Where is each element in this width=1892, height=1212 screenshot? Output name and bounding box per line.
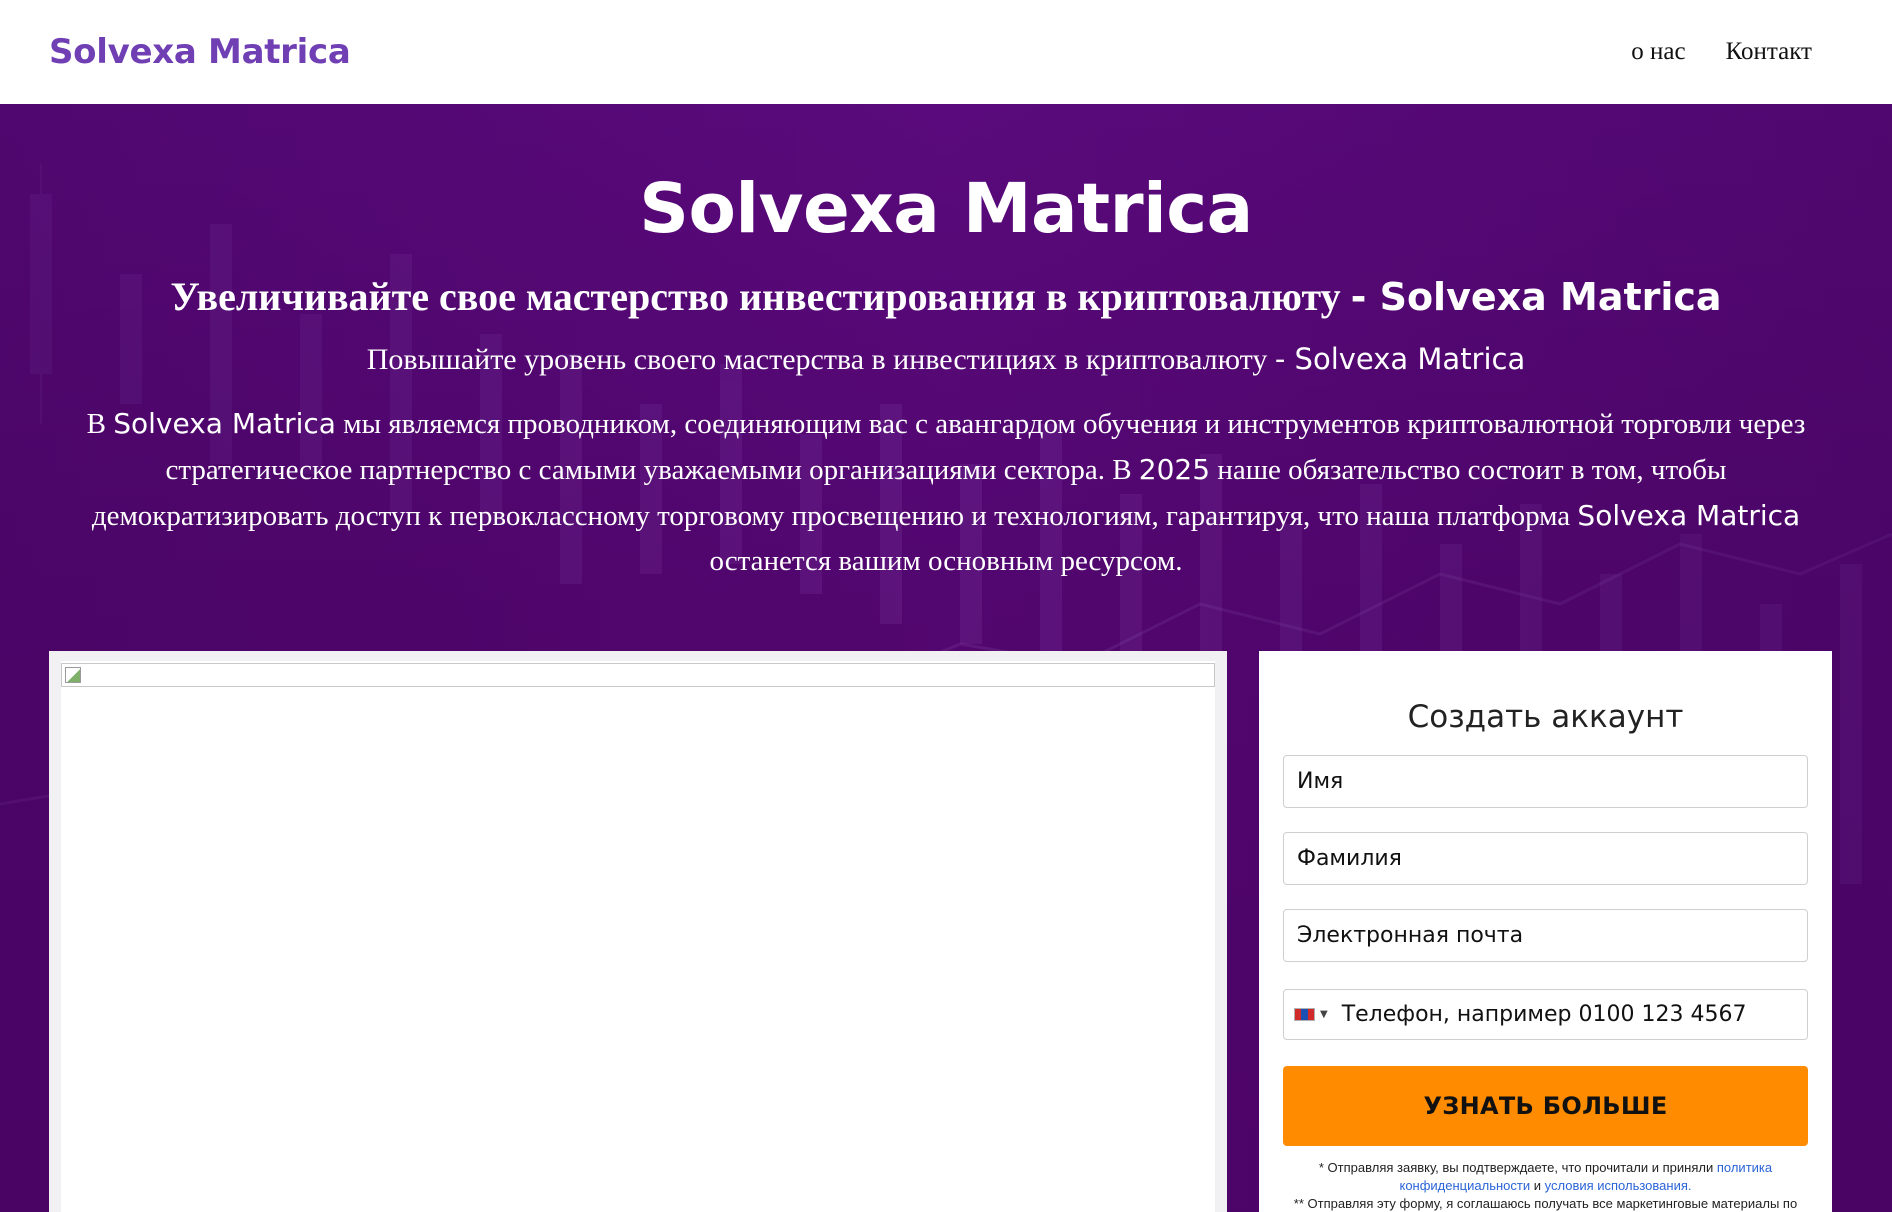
email-input[interactable]: Электронная почта <box>1283 909 1808 962</box>
main-nav: о нас Контакт <box>1631 38 1812 66</box>
hero-section: Solvexa Matrica Увеличивайте свое мастер… <box>0 104 1892 1212</box>
hero-desc-part-1: В <box>86 408 106 440</box>
legal-line-2: ** Отправляя эту форму, я соглашаюсь пол… <box>1293 1196 1798 1211</box>
top-navbar: Solvexa Matrica о нас Контакт <box>0 0 1892 104</box>
broken-image-placeholder <box>61 663 1215 687</box>
learn-more-button[interactable]: УЗНАТЬ БОЛЬШЕ <box>1283 1066 1808 1146</box>
hero-desc-brand-1: Solvexa Matrica <box>113 407 336 440</box>
hero-tagline-brand: - Solvexa Matrica <box>1274 342 1526 376</box>
legal-line-1: * Отправляя заявку, вы подтверждаете, чт… <box>1283 1159 1808 1195</box>
hero-tagline: Повышайте уровень своего мастерства в ин… <box>0 338 1892 381</box>
media-panel <box>49 651 1227 1212</box>
hero-desc-brand-2: Solvexa Matrica <box>1577 499 1801 532</box>
hero-description: В Solvexa Matrica мы являемся проводнико… <box>46 401 1846 584</box>
hero-content: Solvexa Matrica Увеличивайте свое мастер… <box>0 104 1892 584</box>
hero-subtitle: Увеличивайте свое мастерство инвестирова… <box>0 268 1892 326</box>
nav-link-contact[interactable]: Контакт <box>1726 38 1812 66</box>
phone-placeholder: Телефон, например 0100 123 4567 <box>1341 1002 1747 1027</box>
terms-link[interactable]: условия использования. <box>1545 1178 1692 1193</box>
legal-prefix: * Отправляя заявку, вы подтверждаете, чт… <box>1318 1160 1714 1175</box>
hero-desc-part-4: останется вашим основным ресурсом. <box>709 545 1183 577</box>
hero-subtitle-text: Увеличивайте свое мастерство инвестирова… <box>170 274 1341 319</box>
nav-link-about[interactable]: о нас <box>1631 38 1685 66</box>
first-name-input[interactable]: Имя <box>1283 755 1808 808</box>
signup-form-card: Создать аккаунт Имя Фамилия Электронная … <box>1259 651 1832 1212</box>
last-name-input[interactable]: Фамилия <box>1283 832 1808 885</box>
hero-title: Solvexa Matrica <box>639 169 1253 249</box>
media-canvas <box>61 661 1215 1212</box>
hero-tagline-text: Повышайте уровень своего мастерства в ин… <box>366 343 1268 376</box>
phone-input[interactable]: ▼ Телефон, например 0100 123 4567 <box>1283 989 1808 1040</box>
legal-disclaimer: * Отправляя заявку, вы подтверждаете, чт… <box>1283 1159 1808 1212</box>
form-title: Создать аккаунт <box>1407 699 1684 735</box>
broken-image-icon <box>65 667 81 683</box>
hero-desc-year: 2025 <box>1138 453 1211 486</box>
brand-logo[interactable]: Solvexa Matrica <box>49 32 351 72</box>
flag-mongolia-icon[interactable] <box>1294 1008 1315 1021</box>
chevron-down-icon[interactable]: ▼ <box>1320 1009 1328 1020</box>
legal-and: и <box>1533 1178 1541 1193</box>
hero-subtitle-brand: - Solvexa Matrica <box>1350 275 1722 319</box>
